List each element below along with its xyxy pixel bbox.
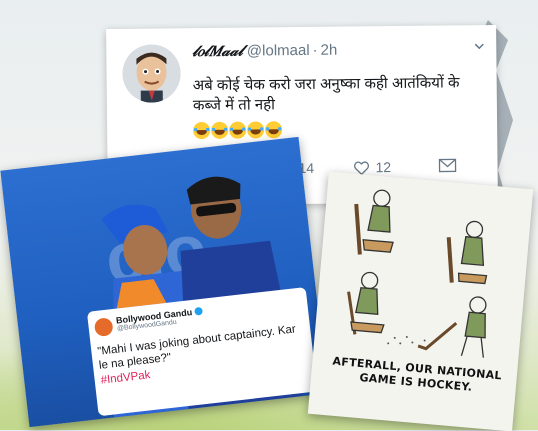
cartoon-card[interactable]: AFTERALL, OUR NATIONAL GAME IS HOCKEY. [307, 171, 534, 431]
tweet-author-name[interactable]: 𝓁𝑜𝓁𝑀𝒶𝒶𝓁 [192, 42, 243, 61]
tweet-separator: · [312, 41, 318, 59]
tweet-emoji-row [193, 121, 283, 140]
laughing-emoji-icon [193, 121, 211, 140]
cartoon-drawing [347, 189, 488, 358]
laughing-emoji-icon [265, 121, 283, 139]
like-count: 12 [375, 159, 392, 176]
chevron-down-icon[interactable] [474, 41, 484, 51]
verified-badge-icon [193, 306, 203, 316]
avatar[interactable] [122, 44, 181, 103]
laughing-emoji-icon [247, 121, 265, 139]
envelope-icon [438, 158, 457, 173]
tweet-timestamp[interactable]: 2h [321, 42, 338, 59]
laughing-emoji-icon [211, 121, 229, 139]
like-button[interactable]: 12 [353, 159, 391, 175]
laughing-emoji-icon [229, 121, 247, 139]
avatar-face-icon [122, 44, 181, 103]
tweet-handle[interactable]: @lolmaal [247, 42, 310, 60]
tweet-text: अबे कोई चेक करो जरा अनुष्का कही आतंकियों… [192, 74, 460, 115]
message-button[interactable] [438, 158, 457, 173]
cricket-photo-card[interactable]: clo Bollywood Gandu @BollywoodGandu "Mah… [0, 136, 328, 428]
heart-icon [353, 160, 370, 175]
embedded-tweet-avatar[interactable] [93, 317, 114, 338]
tweet-header: 𝓁𝑜𝓁𝑀𝒶𝒶𝓁 @lolmaal · 2h [192, 41, 337, 61]
